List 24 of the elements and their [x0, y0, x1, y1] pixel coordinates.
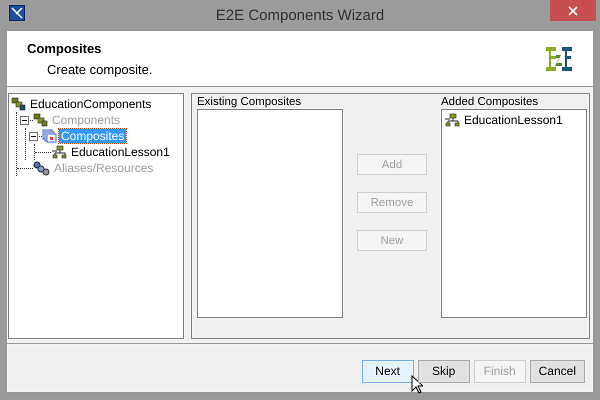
tree-item[interactable]: EducationComponents	[28, 97, 154, 111]
minus-icon	[22, 118, 27, 122]
links-icon	[33, 160, 50, 176]
added-list[interactable]: EducationLesson1	[441, 109, 587, 318]
page-title: Composites	[27, 40, 102, 56]
list-label: Added Composites	[441, 95, 540, 109]
hierarchy-icon	[444, 112, 460, 128]
app-icon	[9, 5, 25, 21]
logo-icon	[545, 46, 573, 72]
package-icon	[33, 113, 48, 127]
cursor-icon	[410, 374, 423, 394]
existing-list[interactable]	[197, 109, 343, 318]
wizard-button[interactable]: Cancel	[530, 360, 585, 382]
list-label: Existing Composites	[197, 95, 302, 109]
close-icon	[568, 6, 578, 16]
window-title: E2E Components Wizard	[214, 7, 386, 24]
minus-icon	[31, 134, 36, 138]
stacked-pages-icon	[42, 129, 57, 143]
page-subtitle: Create composite.	[47, 62, 152, 76]
package-icon	[11, 97, 26, 111]
wizard-button[interactable]: Skip	[418, 360, 470, 382]
list-item[interactable]: EducationLesson1	[462, 113, 565, 127]
close-button[interactable]	[550, 0, 596, 21]
hierarchy-icon	[51, 144, 67, 160]
